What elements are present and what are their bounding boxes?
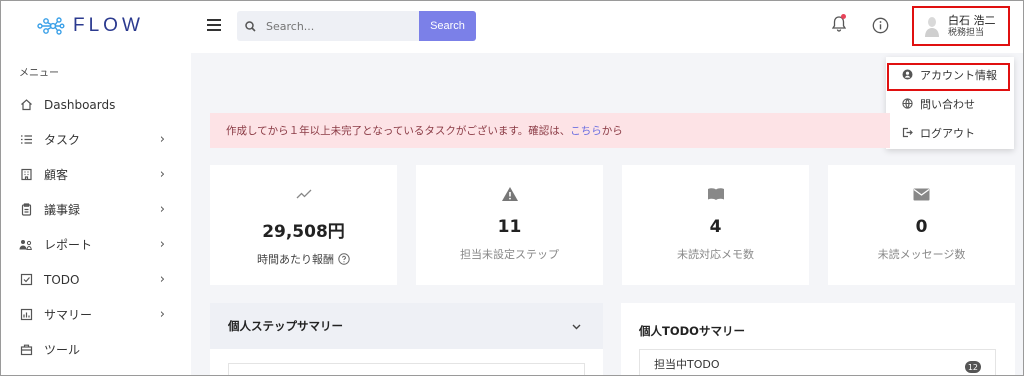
building-icon	[19, 168, 33, 182]
mail-icon	[913, 188, 930, 200]
chevron-right-icon: ›	[159, 237, 165, 252]
sidebar-item-dashboards[interactable]: Dashboards	[1, 87, 191, 122]
search-input[interactable]	[266, 19, 416, 33]
chevron-right-icon: ›	[159, 132, 165, 147]
menu-item-account-info[interactable]: アカウント情報	[886, 60, 1014, 91]
menu-item-contact[interactable]: 問い合わせ	[886, 89, 1014, 118]
sidebar-item-todo[interactable]: TODO ›	[1, 262, 191, 297]
sidebar-item-minutes[interactable]: 議事録 ›	[1, 192, 191, 227]
stat-value: 29,508円	[262, 222, 345, 242]
sidebar-item-reports[interactable]: レポート ›	[1, 227, 191, 262]
stat-value: 11	[497, 217, 522, 237]
panel-header[interactable]: 個人ステップサマリー	[210, 303, 603, 349]
list-icon	[19, 133, 33, 147]
stat-card-unassigned-steps: 11 担当未設定ステップ	[416, 165, 603, 285]
search-field	[237, 11, 419, 41]
clipboard-icon	[19, 203, 33, 217]
menu-caption: メニュー	[19, 68, 59, 79]
sidebar: FLOW メニュー Dashboards タスク › 顧客 › 議事録 › レポ…	[1, 1, 191, 375]
user-dropdown-menu: アカウント情報 問い合わせ ログアウト	[886, 57, 1014, 149]
trend-icon	[296, 189, 311, 199]
overdue-task-alert: 作成してから１年以上未完了となっているタスクがございます。確認は、 こちら から	[210, 113, 890, 148]
app-logo[interactable]: FLOW	[37, 15, 144, 37]
menu-item-logout[interactable]: ログアウト	[886, 118, 1014, 147]
sidebar-item-summary[interactable]: サマリー ›	[1, 297, 191, 332]
todo-row-label: 担当中TODO	[654, 358, 720, 371]
book-icon	[707, 188, 724, 200]
toolbox-icon	[19, 343, 33, 357]
stat-value: 0	[915, 217, 928, 237]
menu-item-label: アカウント情報	[920, 68, 997, 82]
sidebar-item-label: 議事録	[44, 203, 81, 217]
panel-title: 個人ステップサマリー	[228, 319, 343, 333]
stat-value: 4	[709, 217, 722, 237]
user-role: 税務担当	[948, 27, 985, 38]
menu-toggle-icon[interactable]	[207, 19, 221, 31]
sidebar-item-label: 顧客	[44, 168, 69, 182]
chevron-right-icon: ›	[159, 167, 165, 182]
notification-dot	[841, 14, 846, 19]
sidebar-item-tools[interactable]: ツール	[1, 332, 191, 367]
checkbox-icon	[19, 273, 33, 287]
help-icon[interactable]	[338, 253, 350, 265]
sidebar-item-tasks[interactable]: タスク ›	[1, 122, 191, 157]
sidebar-item-label: TODO	[44, 272, 80, 287]
user-name: 白石 浩二	[948, 13, 996, 27]
panel-content	[228, 363, 585, 376]
flow-logo-icon	[37, 17, 65, 35]
users-icon	[19, 238, 33, 252]
todo-summary-row[interactable]: 担当中TODO 12	[639, 349, 996, 376]
panel-title: 個人TODOサマリー	[639, 324, 745, 338]
sidebar-item-label: Dashboards	[44, 97, 116, 112]
search-button[interactable]: Search	[419, 11, 476, 41]
menu-item-label: ログアウト	[920, 126, 975, 140]
chevron-down-icon[interactable]	[572, 320, 581, 333]
stat-label: 時間あたり報酬	[257, 253, 334, 266]
alert-text: 作成してから１年以上未完了となっているタスクがございます。確認は、	[226, 125, 571, 137]
info-button[interactable]	[872, 17, 889, 38]
personal-step-summary-panel: 個人ステップサマリー	[210, 303, 603, 376]
logo-text: FLOW	[73, 15, 144, 36]
avatar	[925, 17, 939, 37]
logout-icon	[901, 127, 913, 139]
sidebar-item-label: サマリー	[44, 308, 93, 322]
sidebar-item-customers[interactable]: 顧客 ›	[1, 157, 191, 192]
stat-label: 未読メッセージ数	[877, 248, 966, 261]
top-header: Search 白石 浩二 税務担当	[191, 1, 1023, 53]
alert-link[interactable]: こちら	[570, 123, 602, 138]
user-menu-button[interactable]: 白石 浩二 税務担当	[912, 6, 1010, 46]
count-badge: 12	[964, 361, 981, 373]
home-icon	[19, 98, 33, 112]
notification-button[interactable]	[831, 14, 847, 37]
user-circle-icon	[901, 69, 913, 81]
chevron-right-icon: ›	[159, 307, 165, 322]
chevron-right-icon: ›	[159, 202, 165, 217]
sidebar-item-label: ツール	[44, 343, 81, 357]
stat-card-unread-memos: 4 未読対応メモ数	[622, 165, 809, 285]
chevron-right-icon: ›	[159, 272, 165, 287]
search-icon	[245, 20, 256, 32]
sidebar-item-label: レポート	[44, 238, 93, 252]
alert-text-suffix: から	[601, 125, 623, 137]
personal-todo-summary-panel: 個人TODOサマリー 担当中TODO 12	[621, 303, 1015, 376]
stat-label: 担当未設定ステップ	[460, 248, 559, 261]
bar-chart-icon	[19, 308, 33, 322]
globe-icon	[901, 98, 913, 110]
menu-item-label: 問い合わせ	[920, 97, 975, 111]
sidebar-item-label: タスク	[44, 133, 81, 147]
stat-card-unread-messages: 0 未読メッセージ数	[828, 165, 1015, 285]
sidebar-nav: Dashboards タスク › 顧客 › 議事録 › レポート › TODO …	[1, 87, 191, 367]
stat-card-hourly-reward: 29,508円 時間あたり報酬	[210, 165, 397, 285]
stat-label: 未読対応メモ数	[677, 248, 754, 261]
info-icon	[872, 17, 889, 34]
warning-icon	[501, 187, 518, 201]
